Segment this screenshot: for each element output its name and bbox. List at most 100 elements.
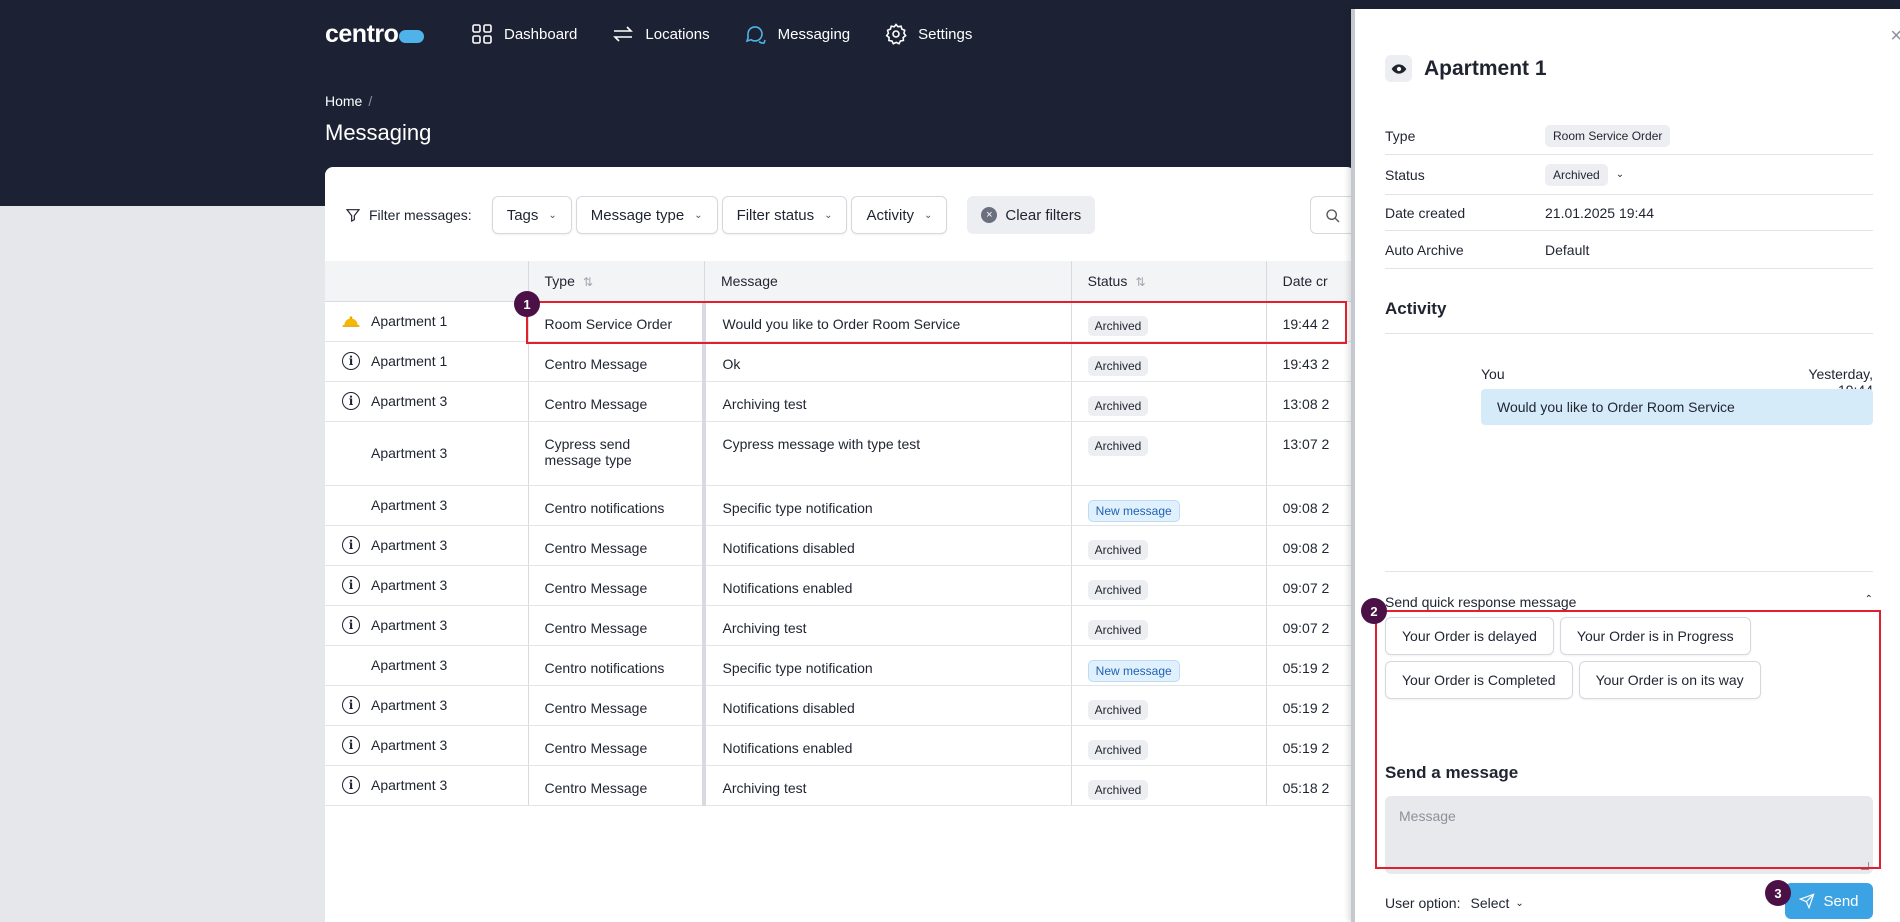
send-button[interactable]: Send [1785, 883, 1873, 919]
cell-date: 09:07 2 [1265, 605, 1355, 646]
info-icon: i [341, 535, 361, 555]
search-input[interactable] [1310, 196, 1355, 234]
info-icon: i [341, 695, 361, 715]
row-name: Apartment 3 [371, 445, 448, 461]
message-author: You [1481, 366, 1505, 382]
cell-type: Centro Message [527, 565, 707, 606]
row-name: Apartment 1 [371, 313, 448, 329]
table-row[interactable]: i Apartment 3 Centro Message Archiving test… [325, 605, 1355, 646]
row-name: Apartment 3 [371, 393, 448, 409]
nav-settings[interactable]: Settings [884, 22, 972, 46]
no-icon [341, 655, 361, 675]
gear-icon [885, 23, 907, 45]
panel-title-text: Apartment 1 [1424, 56, 1547, 80]
cell-status: New message [1070, 485, 1267, 526]
row-name: Apartment 3 [371, 657, 448, 673]
chevron-down-icon: ⌄ [1615, 169, 1625, 180]
status-badge: Archived [1087, 779, 1149, 800]
cell-name: i Apartment 3 [325, 765, 529, 806]
status-badge: Archived [1087, 395, 1149, 416]
table-row[interactable]: i Apartment 3 Centro Message Notifications … [325, 525, 1355, 566]
table-row[interactable]: Apartment 3 Cypress send message type Cypr… [325, 421, 1355, 486]
cell-date: 09:07 2 [1265, 565, 1355, 606]
cell-name: i Apartment 3 [325, 381, 529, 422]
table-row[interactable]: i Apartment 3 Centro Message Notifications … [325, 685, 1355, 726]
sort-icon: ⇅ [1135, 274, 1146, 289]
table-row[interactable]: i Apartment 3 Centro Message Notifications … [325, 725, 1355, 766]
breadcrumb-separator: / [368, 93, 373, 109]
nav-messaging[interactable]: Messaging [744, 22, 850, 46]
nav-locations[interactable]: Locations [611, 22, 710, 46]
table-row[interactable]: Apartment 3 Centro notifications Specific … [325, 485, 1355, 526]
cell-message: Notifications disabled [703, 525, 1072, 566]
table-row[interactable]: i Apartment 3 Centro Message Archiving test… [325, 381, 1355, 422]
user-option-select[interactable]: Select ⌄ [1470, 895, 1523, 911]
divider [1385, 571, 1873, 572]
table-row[interactable]: Apartment 3 Centro notifications Specific … [325, 645, 1355, 686]
breadcrumb: Home / [325, 93, 372, 109]
logo-pill-icon [399, 30, 425, 43]
filter-status-button[interactable]: Filter status ⌄ [721, 196, 848, 234]
header-type[interactable]: Type ⇅ [527, 261, 705, 302]
paper-plane-icon [1799, 893, 1816, 909]
header-date[interactable]: Date cr [1265, 261, 1355, 302]
cell-status: Archived [1070, 765, 1267, 806]
close-icon[interactable]: × [1890, 25, 1900, 48]
table-row[interactable]: i Apartment 3 Centro Message Archiving test… [325, 765, 1355, 806]
prop-type: Type Room Service Order [1385, 117, 1873, 155]
table-row[interactable]: i Apartment 3 Centro Message Notifications … [325, 565, 1355, 606]
cell-message: Notifications enabled [703, 725, 1072, 766]
status-badge: Archived [1087, 435, 1149, 456]
status-badge: New message [1087, 659, 1180, 682]
status-chip: Archived [1545, 163, 1608, 186]
status-select[interactable]: Archived ⌄ [1545, 163, 1625, 186]
prop-status: Status Archived ⌄ [1385, 155, 1873, 195]
cell-type: Centro notifications [527, 645, 707, 686]
chevron-down-icon: ⌄ [1515, 897, 1524, 909]
table-header-row: Type ⇅ Message Status ⇅ Date cr [325, 261, 1355, 302]
filter-tags-button[interactable]: Tags ⌄ [491, 196, 572, 234]
info-icon: i [341, 575, 361, 595]
clear-filters-button[interactable]: × Clear filters [967, 196, 1096, 234]
quick-response-toggle[interactable]: Send quick response message ⌃ [1385, 594, 1873, 610]
message-properties: Type Room Service Order Status Archived ⌄… [1385, 117, 1873, 269]
arrows-swap-icon [613, 26, 634, 42]
cell-type: Cypress send message type [527, 421, 707, 486]
panel-title: Apartment 1 [1385, 55, 1547, 82]
cell-date: 09:08 2 [1265, 525, 1355, 566]
chevron-down-icon: ⌄ [694, 209, 703, 221]
sort-icon: ⇅ [582, 274, 593, 289]
filter-message-type-button[interactable]: Message type ⌄ [575, 196, 718, 234]
step-marker-1: 1 [514, 291, 540, 317]
centro-logo[interactable]: centro [325, 20, 425, 49]
cell-type: Centro Message [527, 725, 707, 766]
cell-type: Centro Message [527, 685, 707, 726]
no-icon [341, 495, 361, 515]
row-name: Apartment 3 [371, 737, 448, 753]
nav-dashboard[interactable]: Dashboard [470, 22, 577, 46]
page-title: Messaging [325, 120, 432, 145]
chevron-down-icon: ⌄ [924, 209, 933, 221]
cell-message: Ok [703, 341, 1072, 382]
type-chip: Room Service Order [1545, 124, 1671, 147]
cell-date: 09:08 2 [1265, 485, 1355, 526]
cell-message: Specific type notification [703, 485, 1072, 526]
cell-status: Archived [1070, 605, 1267, 646]
clear-circle-icon: × [981, 207, 998, 223]
filter-activity-button[interactable]: Activity ⌄ [851, 196, 948, 234]
header-status[interactable]: Status ⇅ [1070, 261, 1267, 302]
cell-date: 19:43 2 [1265, 341, 1355, 382]
cell-message: Archiving test [703, 605, 1072, 646]
cell-type: Centro Message [527, 765, 707, 806]
cell-name: i Apartment 3 [325, 565, 529, 606]
cell-name: Apartment 3 [325, 485, 529, 526]
breadcrumb-home[interactable]: Home [325, 93, 362, 109]
no-icon [341, 443, 361, 463]
row-name: Apartment 1 [371, 353, 448, 369]
cell-name: i Apartment 3 [325, 685, 529, 726]
highlight-row-1 [526, 301, 1347, 344]
status-badge: Archived [1087, 539, 1149, 560]
table-row[interactable]: i Apartment 1 Centro Message Ok Archived 19:4… [325, 341, 1355, 382]
cell-date: 05:18 2 [1265, 765, 1355, 806]
info-icon: i [341, 391, 361, 411]
